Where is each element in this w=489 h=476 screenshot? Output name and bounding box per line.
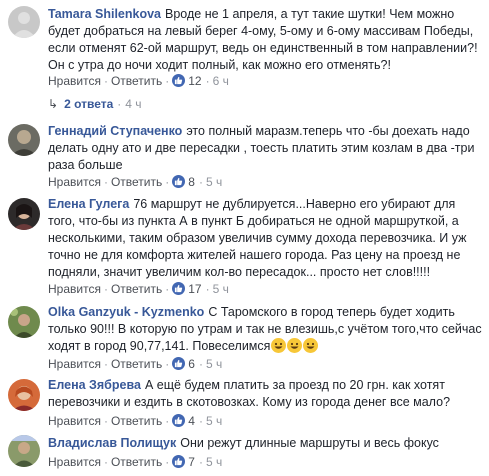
comment-body: Елена Зябрева А ещё будем платить за прое…	[48, 377, 484, 411]
reply-button[interactable]: Ответить	[111, 74, 162, 88]
comment-actions: Нравится · Ответить · 8 · 5 ч	[48, 174, 222, 190]
reply-button[interactable]: Ответить	[111, 175, 162, 189]
reply-arrow-icon: ↳	[48, 97, 59, 111]
comment-item: Геннадий Ступаченко это полный маразм.теп…	[0, 119, 489, 189]
comment-timestamp[interactable]: 5 ч	[206, 175, 222, 189]
comment-timestamp[interactable]: 5 ч	[206, 455, 222, 469]
comment-author[interactable]: Геннадий Ступаченко	[48, 124, 182, 138]
comment-body: Геннадий Ступаченко это полный маразм.теп…	[48, 123, 484, 174]
avatar[interactable]	[8, 124, 40, 156]
reply-button[interactable]: Ответить	[111, 357, 162, 371]
thumbs-up-icon[interactable]	[172, 414, 186, 427]
thumbs-up-icon[interactable]	[172, 455, 186, 468]
like-count[interactable]: 7	[188, 455, 195, 469]
like-button[interactable]: Нравится	[48, 414, 101, 428]
comment-body: Tamara Shilenkova Вроде не 1 апреля, а ту…	[48, 6, 484, 74]
separator-dot: ·	[165, 175, 170, 189]
separator-dot: ·	[198, 414, 203, 428]
separator-dot: ·	[165, 414, 170, 428]
comment-item: Елена Зябрева А ещё будем платить за прое…	[0, 373, 489, 430]
separator-dot: ·	[103, 455, 108, 469]
comment-author[interactable]: Елена Зябрева	[48, 378, 141, 392]
separator-dot: ·	[103, 74, 108, 88]
reply-button[interactable]: Ответить	[111, 455, 162, 469]
separator-dot: ·	[205, 282, 210, 296]
avatar[interactable]	[8, 435, 40, 467]
like-count[interactable]: 6	[188, 357, 195, 371]
like-button[interactable]: Нравится	[48, 282, 101, 296]
like-button[interactable]: Нравится	[48, 175, 101, 189]
thumbs-up-icon[interactable]	[172, 175, 186, 188]
separator-dot: ·	[117, 97, 122, 111]
like-count[interactable]: 17	[188, 282, 201, 296]
grinning-face-emoji-icon	[271, 338, 287, 353]
separator-dot: ·	[165, 282, 170, 296]
comment-body: Olka Ganzyuk - Kyzmenko С Таромского в го…	[48, 304, 484, 355]
comment-item: Владислав Полищук Они режут длинные маршр…	[0, 432, 489, 476]
like-count[interactable]: 12	[188, 74, 201, 88]
view-replies-link[interactable]: 2 ответа	[64, 97, 113, 111]
separator-dot: ·	[103, 414, 108, 428]
separator-dot: ·	[103, 282, 108, 296]
comment-timestamp[interactable]: 5 ч	[206, 357, 222, 371]
avatar[interactable]	[8, 306, 40, 338]
separator-dot: ·	[103, 357, 108, 371]
comment-timestamp[interactable]: 6 ч	[213, 74, 229, 88]
comment-body: Елена Гулега 76 маршрут не дублируется...…	[48, 196, 484, 281]
separator-dot: ·	[103, 175, 108, 189]
separator-dot: ·	[198, 357, 203, 371]
comment-item: Елена Гулега 76 маршрут не дублируется...…	[0, 192, 489, 297]
comment-actions: Нравится · Ответить · 12 · 6 ч	[48, 73, 229, 89]
avatar[interactable]	[8, 198, 40, 230]
thumbs-up-icon[interactable]	[172, 74, 186, 87]
comment-item: Olka Ganzyuk - Kyzmenko С Таромского в го…	[0, 299, 489, 371]
reply-button[interactable]: Ответить	[111, 282, 162, 296]
like-button[interactable]: Нравится	[48, 357, 101, 371]
comment-actions: Нравится · Ответить · 7 · 5 ч	[48, 454, 222, 470]
comment-actions: Нравится · Ответить · 6 · 5 ч	[48, 356, 222, 372]
comment-author[interactable]: Tamara Shilenkova	[48, 7, 161, 21]
grinning-face-emoji-icon	[287, 338, 303, 353]
comment-author[interactable]: Владислав Полищук	[48, 436, 176, 450]
like-button[interactable]: Нравится	[48, 455, 101, 469]
separator-dot: ·	[165, 455, 170, 469]
avatar[interactable]	[8, 6, 40, 38]
grinning-face-emoji-icon	[303, 338, 319, 353]
comment-item: Tamara Shilenkova Вроде не 1 апреля, а ту…	[0, 0, 489, 118]
thumbs-up-icon[interactable]	[172, 357, 186, 370]
avatar[interactable]	[8, 379, 40, 411]
separator-dot: ·	[198, 175, 203, 189]
separator-dot: ·	[205, 74, 210, 88]
comment-timestamp[interactable]: 5 ч	[206, 414, 222, 428]
like-count[interactable]: 8	[188, 175, 195, 189]
thumbs-up-icon[interactable]	[172, 282, 186, 295]
comment-timestamp[interactable]: 5 ч	[213, 282, 229, 296]
comment-actions: Нравится · Ответить · 17 · 5 ч	[48, 281, 229, 297]
replies-row: ↳ 2 ответа · 4 ч	[48, 96, 142, 112]
like-count[interactable]: 4	[188, 414, 195, 428]
comment-body: Владислав Полищук Они режут длинные маршр…	[48, 435, 484, 452]
like-button[interactable]: Нравится	[48, 74, 101, 88]
comments-thread: Tamara Shilenkova Вроде не 1 апреля, а ту…	[0, 0, 489, 476]
separator-dot: ·	[165, 74, 170, 88]
comment-actions: Нравится · Ответить · 4 · 5 ч	[48, 413, 222, 429]
separator-dot: ·	[198, 455, 203, 469]
comment-author[interactable]: Olka Ganzyuk - Kyzmenko	[48, 305, 204, 319]
replies-timestamp: 4 ч	[125, 97, 142, 111]
reply-button[interactable]: Ответить	[111, 414, 162, 428]
comment-text: Они режут длинные маршруты и весь фокус	[180, 436, 439, 450]
separator-dot: ·	[165, 357, 170, 371]
comment-author[interactable]: Елена Гулега	[48, 197, 129, 211]
